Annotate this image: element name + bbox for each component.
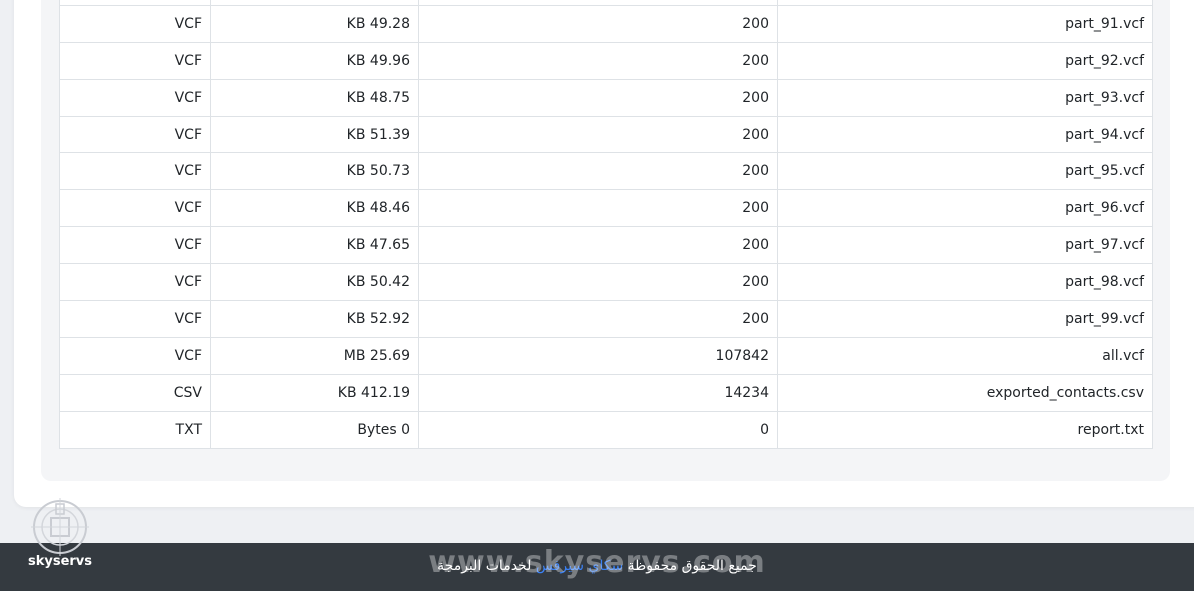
contact-count-cell: 0 (418, 410, 778, 449)
file-size-cell: KB 47.65 (210, 226, 419, 265)
table-row: VCF KB 50.73 200 part_95.vcf (59, 152, 1153, 191)
contact-count-cell: 14234 (418, 373, 778, 412)
files-table-body: VCF KB 49.28 200 part_91.vcf VCF KB 49.9… (59, 0, 1153, 449)
contact-count-cell: 200 (418, 41, 778, 80)
table-row: VCF KB 49.96 200 part_92.vcf (59, 41, 1153, 80)
file-size-cell: KB 52.92 (210, 300, 419, 338)
contact-count-cell: 200 (418, 115, 778, 154)
file-type-cell: VCF (59, 4, 211, 43)
file-name-cell: part_95.vcf (777, 152, 1153, 191)
file-name-cell: exported_contacts.csv (777, 373, 1153, 412)
table-row: VCF KB 48.46 200 part_96.vcf (59, 189, 1153, 228)
file-type-cell: VCF (59, 300, 211, 338)
file-type-cell: VCF (59, 189, 211, 228)
file-name-cell: part_98.vcf (777, 263, 1153, 302)
footer-brand-link[interactable]: سكاي سيرفس (536, 558, 623, 574)
file-name-cell: part_96.vcf (777, 189, 1153, 228)
file-size-cell: KB 49.28 (210, 4, 419, 43)
contact-count-cell: 200 (418, 78, 778, 117)
table-row: VCF KB 48.75 200 part_93.vcf (59, 78, 1153, 117)
contact-count-cell: 107842 (418, 336, 778, 375)
footer: جميع الحقوق محفوظة سكاي سيرفس لخدمات الب… (0, 543, 1194, 591)
table-row: VCF KB 51.39 200 part_94.vcf (59, 115, 1153, 154)
file-size-cell: KB 48.46 (210, 189, 419, 228)
contact-count-cell: 200 (418, 300, 778, 338)
file-size-cell: KB 49.96 (210, 41, 419, 80)
file-type-cell: TXT (59, 410, 211, 449)
file-type-cell: VCF (59, 263, 211, 302)
contact-count-cell: 200 (418, 226, 778, 265)
table-row: VCF KB 52.92 200 part_99.vcf (59, 300, 1153, 338)
file-type-cell: CSV (59, 373, 211, 412)
file-type-cell: VCF (59, 41, 211, 80)
table-row: VCF KB 49.28 200 part_91.vcf (59, 4, 1153, 43)
file-name-cell: report.txt (777, 410, 1153, 449)
file-size-cell: KB 50.73 (210, 152, 419, 191)
contact-count-cell: 200 (418, 189, 778, 228)
file-size-cell: KB 48.75 (210, 78, 419, 117)
table-row: VCF KB 47.65 200 part_97.vcf (59, 226, 1153, 265)
logo-text: skyservs (27, 554, 93, 569)
compass-icon (31, 498, 89, 556)
table-row: CSV KB 412.19 14234 exported_contacts.cs… (59, 373, 1153, 412)
files-table: VCF KB 49.28 200 part_91.vcf VCF KB 49.9… (59, 0, 1153, 449)
file-size-cell: KB 412.19 (210, 373, 419, 412)
file-name-cell: all.vcf (777, 336, 1153, 375)
skyservs-logo[interactable]: skyservs (22, 496, 98, 569)
file-type-cell: VCF (59, 78, 211, 117)
file-type-cell: VCF (59, 115, 211, 154)
file-type-cell: VCF (59, 336, 211, 375)
contact-count-cell: 200 (418, 4, 778, 43)
file-size-cell: MB 25.69 (210, 336, 419, 375)
file-size-cell: KB 50.42 (210, 263, 419, 302)
table-row: TXT Bytes 0 0 report.txt (59, 410, 1153, 449)
footer-rights-text: جميع الحقوق محفوظة (627, 558, 757, 574)
file-name-cell: part_91.vcf (777, 4, 1153, 43)
table-row: VCF MB 25.69 107842 all.vcf (59, 336, 1153, 375)
file-name-cell: part_97.vcf (777, 226, 1153, 265)
file-size-cell: KB 51.39 (210, 115, 419, 154)
contact-count-cell: 200 (418, 152, 778, 191)
file-type-cell: VCF (59, 226, 211, 265)
file-name-cell: part_92.vcf (777, 41, 1153, 80)
file-size-cell: Bytes 0 (210, 410, 419, 449)
file-name-cell: part_99.vcf (777, 300, 1153, 338)
file-name-cell: part_93.vcf (777, 78, 1153, 117)
file-type-cell: VCF (59, 152, 211, 191)
footer-copyright: جميع الحقوق محفوظة سكاي سيرفس لخدمات الب… (0, 558, 1194, 574)
footer-tail-text: لخدمات البرمجة (437, 558, 532, 574)
contact-count-cell: 200 (418, 263, 778, 302)
table-row: VCF KB 50.42 200 part_98.vcf (59, 263, 1153, 302)
file-name-cell: part_94.vcf (777, 115, 1153, 154)
